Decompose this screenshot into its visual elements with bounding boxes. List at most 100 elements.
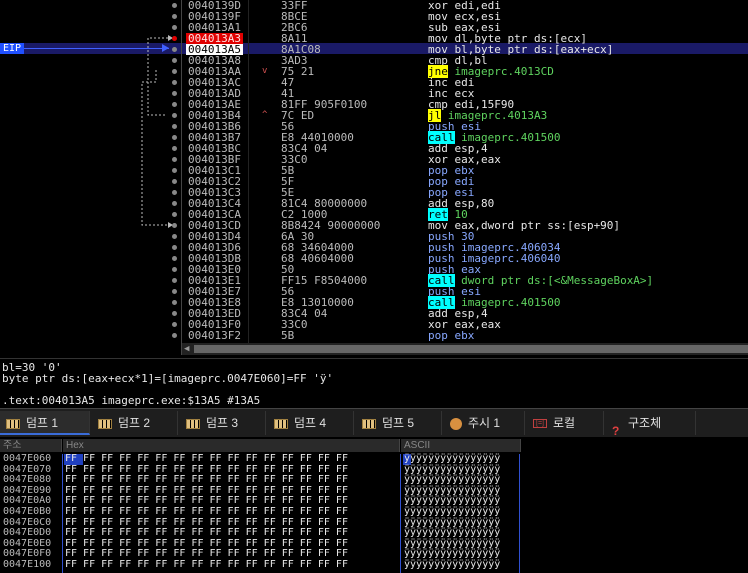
tab-label: 덤프 1 <box>26 416 59 430</box>
gutter-dot-icon[interactable] <box>172 300 177 305</box>
disasm-row[interactable]: 0040139D 33FF xor edi,edi <box>0 0 748 11</box>
tab-5[interactable]: 덤프 5 <box>356 411 442 435</box>
disasm-row[interactable]: 004013AA v 75 21 jne imageprc.4013CD <box>0 65 748 78</box>
gutter-dot-icon[interactable] <box>172 102 177 107</box>
gutter-dot-icon[interactable] <box>172 333 177 338</box>
disasm-row[interactable]: 004013C2 5F pop edi <box>0 176 748 187</box>
disasm-row[interactable]: 004013A3 8A11 mov dl,byte ptr ds:[ecx] <box>0 33 748 44</box>
disasm-row[interactable]: 004013B7 E8 44010000 call imageprc.401500 <box>0 131 748 144</box>
tab-label: 덤프 4 <box>294 416 327 430</box>
gutter-dot-icon[interactable] <box>172 223 177 228</box>
info-line-memory: byte ptr ds:[eax+ecx*1]=[imageprc.0047E0… <box>2 372 334 385</box>
tab-3[interactable]: 덤프 3 <box>180 411 266 435</box>
gutter-dot-icon[interactable] <box>172 278 177 283</box>
dump-hex-bytes[interactable]: FF FF FF FF FF FF FF FF FF FF FF FF FF F… <box>65 559 348 571</box>
gutter-dot-icon[interactable] <box>172 3 177 8</box>
disasm-row[interactable]: 004013D6 68 34604000 push imageprc.406034 <box>0 242 748 253</box>
gutter-dot-icon[interactable] <box>172 25 177 30</box>
disasm-row[interactable]: 004013A1 2BC6 sub eax,esi <box>0 22 748 33</box>
disasm-row[interactable]: 0040139F 8BCE mov ecx,esi <box>0 11 748 22</box>
disasm-row[interactable]: 004013B4 ^ 7C ED jl imageprc.4013A3 <box>0 109 748 122</box>
gutter-dot-icon[interactable] <box>172 245 177 250</box>
dump-row[interactable]: 0047E060 FF FF FF FF FF FF FF FF FF FF FF… <box>0 453 748 465</box>
breakpoint-dot-icon[interactable] <box>172 36 177 41</box>
gutter-dot-icon[interactable] <box>172 91 177 96</box>
disasm-row[interactable]: 004013A8 3AD3 cmp dl,bl <box>0 55 748 66</box>
tab-label: 주시 1 <box>468 416 501 430</box>
memory-dump-panel[interactable]: 주소 Hex ASCII 0047E060 FF FF FF FF FF FF F… <box>0 437 748 573</box>
tab-7[interactable]: [=] 로컬 <box>527 411 604 435</box>
disasm-row[interactable]: 004013C3 5E pop esi <box>0 187 748 198</box>
instruction-text[interactable]: pop ebx <box>428 330 474 341</box>
gutter-dot-icon[interactable] <box>172 267 177 272</box>
disasm-row[interactable]: 004013D4 6A 30 push 30 <box>0 231 748 242</box>
disasm-row[interactable]: 004013DB 68 40604000 push imageprc.406040 <box>0 253 748 264</box>
dump-address[interactable]: 0047E0B0 <box>3 506 51 518</box>
disasm-row[interactable]: 004013F0 33C0 xor eax,eax <box>0 319 748 330</box>
ascii-column-header[interactable]: ASCII <box>401 439 521 452</box>
gutter-dot-icon[interactable] <box>172 80 177 85</box>
dump-icon <box>98 418 112 429</box>
tab-4[interactable]: 덤프 4 <box>268 411 354 435</box>
disassembly-panel[interactable]: EIP 0040139D 33FF xor edi,edi 0040139F 8BCE m… <box>0 0 748 358</box>
gutter-dot-icon[interactable] <box>172 256 177 261</box>
gutter-dot-icon[interactable] <box>172 113 177 118</box>
gutter-dot-icon[interactable] <box>172 124 177 129</box>
gutter-dot-icon[interactable] <box>172 201 177 206</box>
disasm-row[interactable]: 004013E7 56 push esi <box>0 286 748 297</box>
dump-address[interactable]: 0047E060 <box>3 453 51 465</box>
dump-ascii[interactable]: ÿÿÿÿÿÿÿÿÿÿÿÿÿÿÿÿ <box>404 506 500 518</box>
dump-row[interactable]: 0047E0B0 FF FF FF FF FF FF FF FF FF FF FF… <box>0 506 748 518</box>
gutter-dot-icon[interactable] <box>172 135 177 140</box>
gutter-dot-icon[interactable] <box>172 234 177 239</box>
disasm-row[interactable]: 004013C1 5B pop ebx <box>0 165 748 176</box>
disasm-row[interactable]: 004013AE 81FF 905F0100 cmp edi,15F90 <box>0 99 748 110</box>
hex-column-header[interactable]: Hex <box>63 439 400 452</box>
gutter-dot-icon[interactable] <box>172 311 177 316</box>
tab-label: 로컬 <box>553 416 576 430</box>
gutter-dot-icon[interactable] <box>172 58 177 63</box>
gutter-dot-icon[interactable] <box>172 190 177 195</box>
horizontal-scrollbar[interactable]: ◀ <box>182 343 748 355</box>
disasm-row[interactable]: 004013A5 8A1C08 mov bl,byte ptr ds:[eax+ec… <box>0 44 748 55</box>
disasm-row[interactable]: 004013B6 56 push esi <box>0 121 748 132</box>
gutter-dot-icon[interactable] <box>172 47 177 52</box>
watch-icon <box>450 417 462 430</box>
stack-instruction: pop ebx <box>428 329 475 342</box>
dump-row[interactable]: 0047E100 FF FF FF FF FF FF FF FF FF FF FF… <box>0 559 748 571</box>
disasm-row[interactable]: 004013AC 47 inc edi <box>0 77 748 88</box>
scroll-left-icon[interactable]: ◀ <box>184 344 189 354</box>
gutter-dot-icon[interactable] <box>172 14 177 19</box>
dump-address[interactable]: 0047E100 <box>3 559 51 571</box>
gutter-dot-icon[interactable] <box>172 322 177 327</box>
dump-ascii[interactable]: ÿÿÿÿÿÿÿÿÿÿÿÿÿÿÿÿ <box>404 453 500 465</box>
disasm-row[interactable]: 004013C4 81C4 80000000 add esp,80 <box>0 198 748 209</box>
dump-hex-bytes[interactable]: FF FF FF FF FF FF FF FF FF FF FF FF FF F… <box>65 506 348 518</box>
disasm-row[interactable]: 004013F2 5B pop ebx <box>0 330 748 341</box>
tab-1[interactable]: 덤프 1 <box>0 411 90 435</box>
dump-hex-bytes[interactable]: FF FF FF FF FF FF FF FF FF FF FF FF FF F… <box>65 453 348 465</box>
tab-8[interactable]: ? 구조체 <box>606 411 696 438</box>
gutter-dot-icon[interactable] <box>172 69 177 74</box>
tab-6[interactable]: 주시 1 <box>444 411 525 435</box>
gutter-dot-icon[interactable] <box>172 289 177 294</box>
disasm-row[interactable]: 004013AD 41 inc ecx <box>0 88 748 99</box>
disasm-row[interactable]: 004013E1 FF15 F8504000 call dword ptr ds:[… <box>0 274 748 287</box>
instruction-address[interactable]: 004013F2 <box>188 330 241 341</box>
gutter-dot-icon[interactable] <box>172 168 177 173</box>
local-icon: [=] <box>533 419 547 429</box>
gutter-dot-icon[interactable] <box>172 157 177 162</box>
dump-ascii[interactable]: ÿÿÿÿÿÿÿÿÿÿÿÿÿÿÿÿ <box>404 559 500 571</box>
tab-2[interactable]: 덤프 2 <box>92 411 178 435</box>
gutter-dot-icon[interactable] <box>172 179 177 184</box>
gutter-dot-icon[interactable] <box>172 146 177 151</box>
disasm-row[interactable]: 004013ED 83C4 04 add esp,4 <box>0 308 748 319</box>
disasm-row[interactable]: 004013CD 8B8424 90000000 mov eax,dword ptr… <box>0 220 748 231</box>
jump-down-icon: v <box>262 66 268 76</box>
disasm-row[interactable]: 004013E8 E8 13010000 call imageprc.401500 <box>0 296 748 309</box>
disasm-row[interactable]: 004013BF 33C0 xor eax,eax <box>0 154 748 165</box>
disasm-row[interactable]: 004013BC 83C4 04 add esp,4 <box>0 143 748 154</box>
address-column-header[interactable]: 주소 <box>0 439 62 452</box>
scrollbar-thumb[interactable] <box>194 345 748 353</box>
gutter-dot-icon[interactable] <box>172 212 177 217</box>
